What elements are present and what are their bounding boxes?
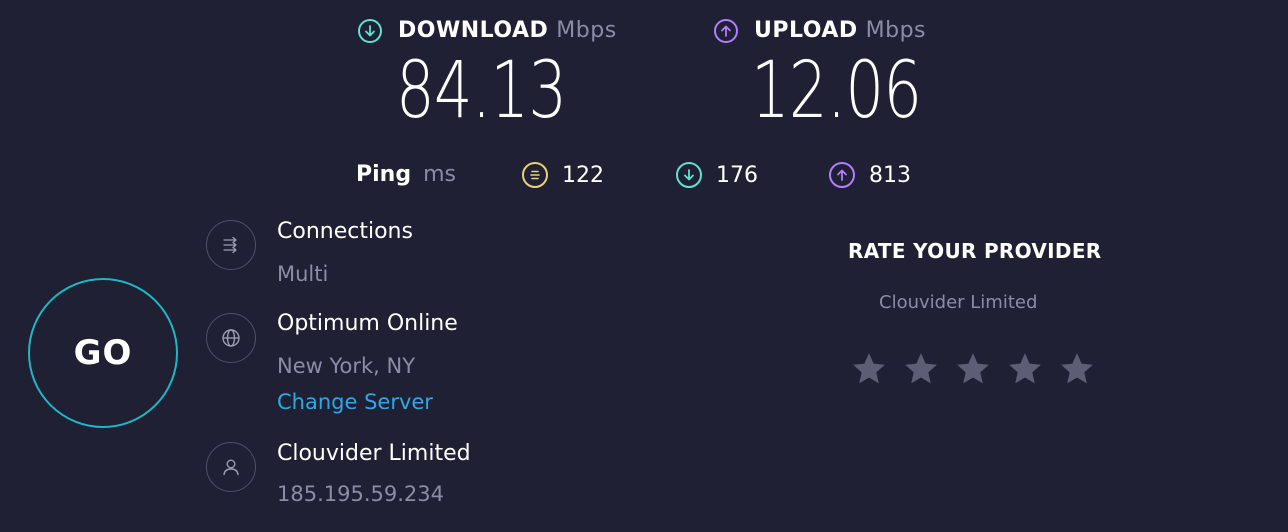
star-icon-3[interactable] — [954, 350, 992, 388]
ping-unit: ms — [423, 162, 456, 187]
upload-label: UPLOAD — [754, 18, 858, 43]
ping-download-value: 176 — [716, 162, 758, 188]
ping-upload: 813 — [829, 162, 911, 188]
server-location: New York, NY — [277, 354, 416, 378]
upload-header: UPLOAD Mbps — [714, 18, 926, 43]
arrow-down-circle-icon — [358, 18, 382, 43]
upload-speed-value: 12.06 — [751, 46, 922, 136]
ping-idle: 122 — [522, 162, 604, 188]
ping-upload-value: 813 — [869, 162, 911, 188]
ping-idle-value: 122 — [562, 162, 604, 188]
star-icon-1[interactable] — [850, 350, 888, 388]
idle-latency-icon — [522, 162, 548, 188]
globe-icon — [206, 313, 256, 363]
star-icon-5[interactable] — [1058, 350, 1096, 388]
arrow-down-circle-icon — [676, 162, 702, 188]
go-button[interactable]: GO — [28, 278, 178, 428]
upload-unit: Mbps — [865, 18, 926, 43]
download-header: DOWNLOAD Mbps — [358, 18, 617, 43]
connections-value: Multi — [277, 262, 329, 286]
change-server-link[interactable]: Change Server — [277, 390, 433, 414]
star-icon-2[interactable] — [902, 350, 940, 388]
rate-provider-title: RATE YOUR PROVIDER — [848, 239, 1102, 263]
provider-name: Clouvider Limited — [277, 441, 471, 466]
star-rating — [850, 350, 1096, 388]
download-speed-value: 84.13 — [396, 46, 567, 136]
connections-title: Connections — [277, 219, 413, 244]
ping-download: 176 — [676, 162, 758, 188]
download-label: DOWNLOAD — [398, 18, 549, 43]
ping-label-group: Ping ms — [356, 162, 456, 187]
arrow-up-circle-icon — [829, 162, 855, 188]
rate-provider-name: Clouvider Limited — [879, 292, 1038, 313]
server-name: Optimum Online — [277, 311, 458, 336]
provider-ip: 185.195.59.234 — [277, 482, 444, 506]
user-icon — [206, 442, 256, 492]
arrow-up-circle-icon — [714, 18, 738, 43]
connections-icon[interactable] — [206, 220, 256, 270]
download-unit: Mbps — [556, 18, 617, 43]
ping-label: Ping — [356, 162, 412, 187]
star-icon-4[interactable] — [1006, 350, 1044, 388]
